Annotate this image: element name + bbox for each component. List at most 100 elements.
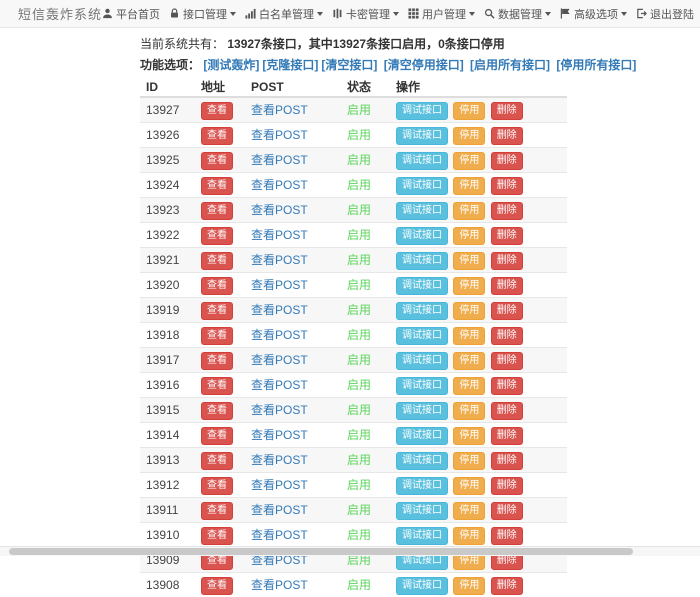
view-address-button[interactable]: 查看 bbox=[201, 152, 233, 170]
option-enable-all-api[interactable]: [启用所有接口] bbox=[470, 58, 550, 72]
debug-api-button[interactable]: 调试接口 bbox=[396, 452, 448, 470]
view-post-link[interactable]: 查看POST bbox=[251, 178, 308, 192]
disable-api-button[interactable]: 停用 bbox=[453, 252, 485, 270]
view-post-link[interactable]: 查看POST bbox=[251, 228, 308, 242]
debug-api-button[interactable]: 调试接口 bbox=[396, 152, 448, 170]
view-address-button[interactable]: 查看 bbox=[201, 202, 233, 220]
debug-api-button[interactable]: 调试接口 bbox=[396, 377, 448, 395]
debug-api-button[interactable]: 调试接口 bbox=[396, 177, 448, 195]
disable-api-button[interactable]: 停用 bbox=[453, 102, 485, 120]
debug-api-button[interactable]: 调试接口 bbox=[396, 527, 448, 545]
view-post-link[interactable]: 查看POST bbox=[251, 503, 308, 517]
delete-api-button[interactable]: 删除 bbox=[491, 402, 523, 420]
nav-item-home[interactable]: 平台首页 bbox=[102, 6, 160, 22]
delete-api-button[interactable]: 删除 bbox=[491, 527, 523, 545]
delete-api-button[interactable]: 删除 bbox=[491, 152, 523, 170]
view-address-button[interactable]: 查看 bbox=[201, 402, 233, 420]
debug-api-button[interactable]: 调试接口 bbox=[396, 327, 448, 345]
app-brand[interactable]: 短信轰炸系统 bbox=[18, 4, 102, 23]
nav-item-api[interactable]: 接口管理 bbox=[169, 6, 236, 22]
delete-api-button[interactable]: 删除 bbox=[491, 202, 523, 220]
view-post-link[interactable]: 查看POST bbox=[251, 353, 308, 367]
view-post-link[interactable]: 查看POST bbox=[251, 203, 308, 217]
view-post-link[interactable]: 查看POST bbox=[251, 303, 308, 317]
view-address-button[interactable]: 查看 bbox=[201, 452, 233, 470]
disable-api-button[interactable]: 停用 bbox=[453, 277, 485, 295]
disable-api-button[interactable]: 停用 bbox=[453, 452, 485, 470]
nav-item-advanced[interactable]: 高级选项 bbox=[560, 6, 627, 22]
delete-api-button[interactable]: 删除 bbox=[491, 327, 523, 345]
disable-api-button[interactable]: 停用 bbox=[453, 152, 485, 170]
delete-api-button[interactable]: 删除 bbox=[491, 227, 523, 245]
delete-api-button[interactable]: 删除 bbox=[491, 177, 523, 195]
nav-item-whitelist[interactable]: 白名单管理 bbox=[245, 6, 323, 22]
debug-api-button[interactable]: 调试接口 bbox=[396, 477, 448, 495]
view-post-link[interactable]: 查看POST bbox=[251, 478, 308, 492]
view-post-link[interactable]: 查看POST bbox=[251, 578, 308, 592]
view-post-link[interactable]: 查看POST bbox=[251, 103, 308, 117]
debug-api-button[interactable]: 调试接口 bbox=[396, 102, 448, 120]
view-address-button[interactable]: 查看 bbox=[201, 502, 233, 520]
disable-api-button[interactable]: 停用 bbox=[453, 177, 485, 195]
view-post-link[interactable]: 查看POST bbox=[251, 403, 308, 417]
view-address-button[interactable]: 查看 bbox=[201, 127, 233, 145]
delete-api-button[interactable]: 删除 bbox=[491, 452, 523, 470]
debug-api-button[interactable]: 调试接口 bbox=[396, 352, 448, 370]
disable-api-button[interactable]: 停用 bbox=[453, 227, 485, 245]
view-post-link[interactable]: 查看POST bbox=[251, 328, 308, 342]
horizontal-scrollbar[interactable] bbox=[0, 546, 700, 556]
delete-api-button[interactable]: 删除 bbox=[491, 302, 523, 320]
disable-api-button[interactable]: 停用 bbox=[453, 402, 485, 420]
option-test-bomb[interactable]: [测试轰炸] bbox=[203, 58, 259, 72]
disable-api-button[interactable]: 停用 bbox=[453, 352, 485, 370]
view-post-link[interactable]: 查看POST bbox=[251, 453, 308, 467]
debug-api-button[interactable]: 调试接口 bbox=[396, 252, 448, 270]
disable-api-button[interactable]: 停用 bbox=[453, 377, 485, 395]
delete-api-button[interactable]: 删除 bbox=[491, 127, 523, 145]
debug-api-button[interactable]: 调试接口 bbox=[396, 427, 448, 445]
option-clear-api[interactable]: [清空接口] bbox=[321, 58, 377, 72]
view-post-link[interactable]: 查看POST bbox=[251, 128, 308, 142]
view-address-button[interactable]: 查看 bbox=[201, 377, 233, 395]
delete-api-button[interactable]: 删除 bbox=[491, 352, 523, 370]
delete-api-button[interactable]: 删除 bbox=[491, 477, 523, 495]
view-post-link[interactable]: 查看POST bbox=[251, 378, 308, 392]
option-clear-disabled-api[interactable]: [清空停用接口] bbox=[384, 58, 464, 72]
nav-item-users[interactable]: 用户管理 bbox=[408, 6, 475, 22]
view-address-button[interactable]: 查看 bbox=[201, 427, 233, 445]
view-address-button[interactable]: 查看 bbox=[201, 177, 233, 195]
delete-api-button[interactable]: 删除 bbox=[491, 252, 523, 270]
delete-api-button[interactable]: 删除 bbox=[491, 502, 523, 520]
view-address-button[interactable]: 查看 bbox=[201, 477, 233, 495]
delete-api-button[interactable]: 删除 bbox=[491, 427, 523, 445]
view-address-button[interactable]: 查看 bbox=[201, 527, 233, 545]
nav-item-cardkey[interactable]: 卡密管理 bbox=[332, 6, 399, 22]
view-post-link[interactable]: 查看POST bbox=[251, 253, 308, 267]
disable-api-button[interactable]: 停用 bbox=[453, 527, 485, 545]
debug-api-button[interactable]: 调试接口 bbox=[396, 577, 448, 595]
disable-api-button[interactable]: 停用 bbox=[453, 327, 485, 345]
option-clone-api[interactable]: [克隆接口] bbox=[262, 58, 318, 72]
view-post-link[interactable]: 查看POST bbox=[251, 278, 308, 292]
delete-api-button[interactable]: 删除 bbox=[491, 577, 523, 595]
nav-item-logout[interactable]: 退出登陆 bbox=[636, 6, 694, 22]
delete-api-button[interactable]: 删除 bbox=[491, 102, 523, 120]
debug-api-button[interactable]: 调试接口 bbox=[396, 202, 448, 220]
view-address-button[interactable]: 查看 bbox=[201, 277, 233, 295]
disable-api-button[interactable]: 停用 bbox=[453, 577, 485, 595]
debug-api-button[interactable]: 调试接口 bbox=[396, 302, 448, 320]
delete-api-button[interactable]: 删除 bbox=[491, 277, 523, 295]
debug-api-button[interactable]: 调试接口 bbox=[396, 402, 448, 420]
disable-api-button[interactable]: 停用 bbox=[453, 127, 485, 145]
disable-api-button[interactable]: 停用 bbox=[453, 477, 485, 495]
view-address-button[interactable]: 查看 bbox=[201, 302, 233, 320]
view-address-button[interactable]: 查看 bbox=[201, 227, 233, 245]
disable-api-button[interactable]: 停用 bbox=[453, 502, 485, 520]
view-address-button[interactable]: 查看 bbox=[201, 102, 233, 120]
view-address-button[interactable]: 查看 bbox=[201, 327, 233, 345]
disable-api-button[interactable]: 停用 bbox=[453, 202, 485, 220]
view-address-button[interactable]: 查看 bbox=[201, 352, 233, 370]
disable-api-button[interactable]: 停用 bbox=[453, 302, 485, 320]
debug-api-button[interactable]: 调试接口 bbox=[396, 277, 448, 295]
debug-api-button[interactable]: 调试接口 bbox=[396, 502, 448, 520]
